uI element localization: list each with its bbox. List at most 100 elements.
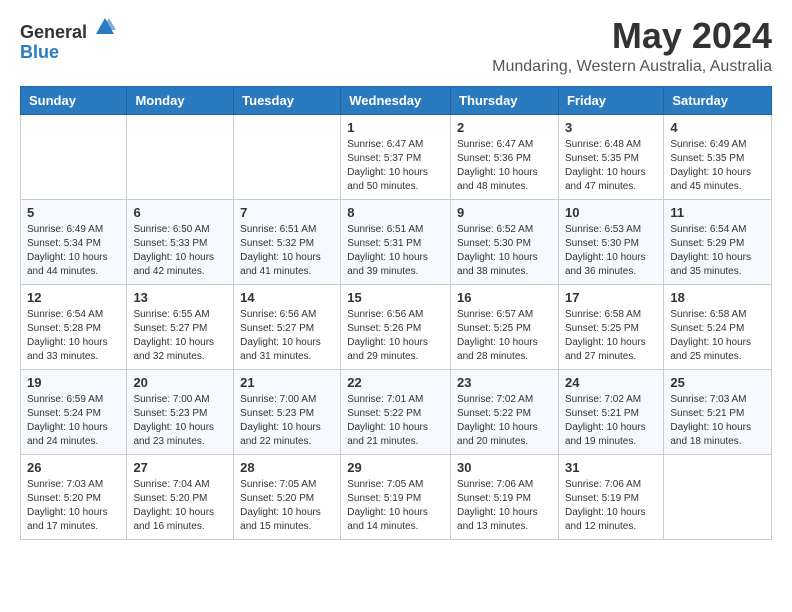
calendar-cell: 18 Sunrise: 6:58 AM Sunset: 5:24 PM Dayli…: [664, 284, 772, 369]
day-number: 12: [27, 290, 120, 305]
day-header-friday: Friday: [558, 86, 663, 114]
calendar-cell: 9 Sunrise: 6:52 AM Sunset: 5:30 PM Daylig…: [451, 199, 559, 284]
calendar-week-row: 5 Sunrise: 6:49 AM Sunset: 5:34 PM Daylig…: [21, 199, 772, 284]
day-info: Sunrise: 6:56 AM Sunset: 5:27 PM Dayligh…: [240, 308, 334, 364]
day-header-sunday: Sunday: [21, 86, 127, 114]
page-header: General Blue May 2024 Mundaring, Western…: [20, 16, 772, 76]
day-info: Sunrise: 6:49 AM Sunset: 5:34 PM Dayligh…: [27, 223, 120, 279]
day-number: 17: [565, 290, 657, 305]
calendar-week-row: 12 Sunrise: 6:54 AM Sunset: 5:28 PM Dayli…: [21, 284, 772, 369]
calendar-cell: 12 Sunrise: 6:54 AM Sunset: 5:28 PM Dayli…: [21, 284, 127, 369]
calendar-cell: 28Sunrise: 7:05 AM Sunset: 5:20 PM Dayli…: [234, 454, 341, 539]
day-number: 6: [133, 205, 227, 220]
day-number: 27: [133, 460, 227, 475]
calendar-cell: [127, 114, 234, 199]
day-info: Sunrise: 6:49 AM Sunset: 5:35 PM Dayligh…: [670, 138, 765, 194]
day-number: 28: [240, 460, 334, 475]
day-info: Sunrise: 7:05 AM Sunset: 5:19 PM Dayligh…: [347, 478, 444, 534]
day-info: Sunrise: 7:03 AM Sunset: 5:20 PM Dayligh…: [27, 478, 120, 534]
calendar-cell: 15 Sunrise: 6:56 AM Sunset: 5:26 PM Dayli…: [341, 284, 451, 369]
calendar-cell: 3 Sunrise: 6:48 AM Sunset: 5:35 PM Daylig…: [558, 114, 663, 199]
title-section: May 2024 Mundaring, Western Australia, A…: [492, 16, 772, 76]
day-number: 9: [457, 205, 552, 220]
calendar-cell: 31Sunrise: 7:06 AM Sunset: 5:19 PM Dayli…: [558, 454, 663, 539]
calendar-cell: 27 Sunrise: 7:04 AM Sunset: 5:20 PM Dayli…: [127, 454, 234, 539]
day-number: 3: [565, 120, 657, 135]
month-title: May 2024: [492, 16, 772, 56]
calendar-week-row: 19 Sunrise: 6:59 AM Sunset: 5:24 PM Dayli…: [21, 369, 772, 454]
day-number: 22: [347, 375, 444, 390]
calendar-cell: 8 Sunrise: 6:51 AM Sunset: 5:31 PM Daylig…: [341, 199, 451, 284]
calendar-cell: 24Sunrise: 7:02 AM Sunset: 5:21 PM Dayli…: [558, 369, 663, 454]
day-info: Sunrise: 6:59 AM Sunset: 5:24 PM Dayligh…: [27, 393, 120, 449]
day-info: Sunrise: 6:51 AM Sunset: 5:32 PM Dayligh…: [240, 223, 334, 279]
day-number: 13: [133, 290, 227, 305]
calendar-cell: 30 Sunrise: 7:06 AM Sunset: 5:19 PM Dayli…: [451, 454, 559, 539]
day-number: 24: [565, 375, 657, 390]
day-number: 1: [347, 120, 444, 135]
day-header-saturday: Saturday: [664, 86, 772, 114]
calendar-week-row: 26Sunrise: 7:03 AM Sunset: 5:20 PM Dayli…: [21, 454, 772, 539]
day-number: 18: [670, 290, 765, 305]
day-info: Sunrise: 6:54 AM Sunset: 5:29 PM Dayligh…: [670, 223, 765, 279]
calendar-cell: 7 Sunrise: 6:51 AM Sunset: 5:32 PM Daylig…: [234, 199, 341, 284]
calendar-cell: 21 Sunrise: 7:00 AM Sunset: 5:23 PM Dayli…: [234, 369, 341, 454]
day-number: 7: [240, 205, 334, 220]
day-number: 30: [457, 460, 552, 475]
day-info: Sunrise: 6:53 AM Sunset: 5:30 PM Dayligh…: [565, 223, 657, 279]
day-number: 10: [565, 205, 657, 220]
day-header-wednesday: Wednesday: [341, 86, 451, 114]
day-number: 21: [240, 375, 334, 390]
calendar-cell: 17 Sunrise: 6:58 AM Sunset: 5:25 PM Dayli…: [558, 284, 663, 369]
day-number: 31: [565, 460, 657, 475]
calendar-cell: 2Sunrise: 6:47 AM Sunset: 5:36 PM Daylig…: [451, 114, 559, 199]
calendar-cell: 11Sunrise: 6:54 AM Sunset: 5:29 PM Dayli…: [664, 199, 772, 284]
day-info: Sunrise: 6:58 AM Sunset: 5:25 PM Dayligh…: [565, 308, 657, 364]
day-number: 20: [133, 375, 227, 390]
day-info: Sunrise: 7:03 AM Sunset: 5:21 PM Dayligh…: [670, 393, 765, 449]
day-number: 5: [27, 205, 120, 220]
calendar-cell: 5 Sunrise: 6:49 AM Sunset: 5:34 PM Daylig…: [21, 199, 127, 284]
day-info: Sunrise: 6:57 AM Sunset: 5:25 PM Dayligh…: [457, 308, 552, 364]
day-number: 16: [457, 290, 552, 305]
day-number: 15: [347, 290, 444, 305]
calendar-week-row: 1 Sunrise: 6:47 AM Sunset: 5:37 PM Daylig…: [21, 114, 772, 199]
day-info: Sunrise: 7:04 AM Sunset: 5:20 PM Dayligh…: [133, 478, 227, 534]
calendar-cell: [21, 114, 127, 199]
day-number: 2: [457, 120, 552, 135]
logo-general: General: [20, 16, 116, 43]
day-info: Sunrise: 7:00 AM Sunset: 5:23 PM Dayligh…: [240, 393, 334, 449]
logo-icon: [94, 16, 116, 38]
logo-blue: Blue: [20, 43, 116, 63]
calendar-cell: [664, 454, 772, 539]
calendar-cell: 10 Sunrise: 6:53 AM Sunset: 5:30 PM Dayli…: [558, 199, 663, 284]
day-header-monday: Monday: [127, 86, 234, 114]
day-info: Sunrise: 6:47 AM Sunset: 5:37 PM Dayligh…: [347, 138, 444, 194]
day-info: Sunrise: 7:06 AM Sunset: 5:19 PM Dayligh…: [457, 478, 552, 534]
day-number: 23: [457, 375, 552, 390]
calendar-cell: 22Sunrise: 7:01 AM Sunset: 5:22 PM Dayli…: [341, 369, 451, 454]
day-header-tuesday: Tuesday: [234, 86, 341, 114]
calendar-cell: 26Sunrise: 7:03 AM Sunset: 5:20 PM Dayli…: [21, 454, 127, 539]
day-number: 25: [670, 375, 765, 390]
calendar-cell: 6Sunrise: 6:50 AM Sunset: 5:33 PM Daylig…: [127, 199, 234, 284]
day-number: 8: [347, 205, 444, 220]
day-info: Sunrise: 6:51 AM Sunset: 5:31 PM Dayligh…: [347, 223, 444, 279]
calendar-cell: 14 Sunrise: 6:56 AM Sunset: 5:27 PM Dayli…: [234, 284, 341, 369]
day-info: Sunrise: 6:54 AM Sunset: 5:28 PM Dayligh…: [27, 308, 120, 364]
day-info: Sunrise: 6:58 AM Sunset: 5:24 PM Dayligh…: [670, 308, 765, 364]
day-number: 14: [240, 290, 334, 305]
day-info: Sunrise: 6:56 AM Sunset: 5:26 PM Dayligh…: [347, 308, 444, 364]
day-number: 19: [27, 375, 120, 390]
calendar-cell: 1 Sunrise: 6:47 AM Sunset: 5:37 PM Daylig…: [341, 114, 451, 199]
calendar-cell: 23 Sunrise: 7:02 AM Sunset: 5:22 PM Dayli…: [451, 369, 559, 454]
calendar-cell: 19 Sunrise: 6:59 AM Sunset: 5:24 PM Dayli…: [21, 369, 127, 454]
location-subtitle: Mundaring, Western Australia, Australia: [492, 58, 772, 76]
day-info: Sunrise: 6:52 AM Sunset: 5:30 PM Dayligh…: [457, 223, 552, 279]
day-info: Sunrise: 7:02 AM Sunset: 5:22 PM Dayligh…: [457, 393, 552, 449]
calendar-cell: 13 Sunrise: 6:55 AM Sunset: 5:27 PM Dayli…: [127, 284, 234, 369]
calendar-cell: 20Sunrise: 7:00 AM Sunset: 5:23 PM Dayli…: [127, 369, 234, 454]
day-info: Sunrise: 6:55 AM Sunset: 5:27 PM Dayligh…: [133, 308, 227, 364]
day-info: Sunrise: 6:48 AM Sunset: 5:35 PM Dayligh…: [565, 138, 657, 194]
day-header-thursday: Thursday: [451, 86, 559, 114]
